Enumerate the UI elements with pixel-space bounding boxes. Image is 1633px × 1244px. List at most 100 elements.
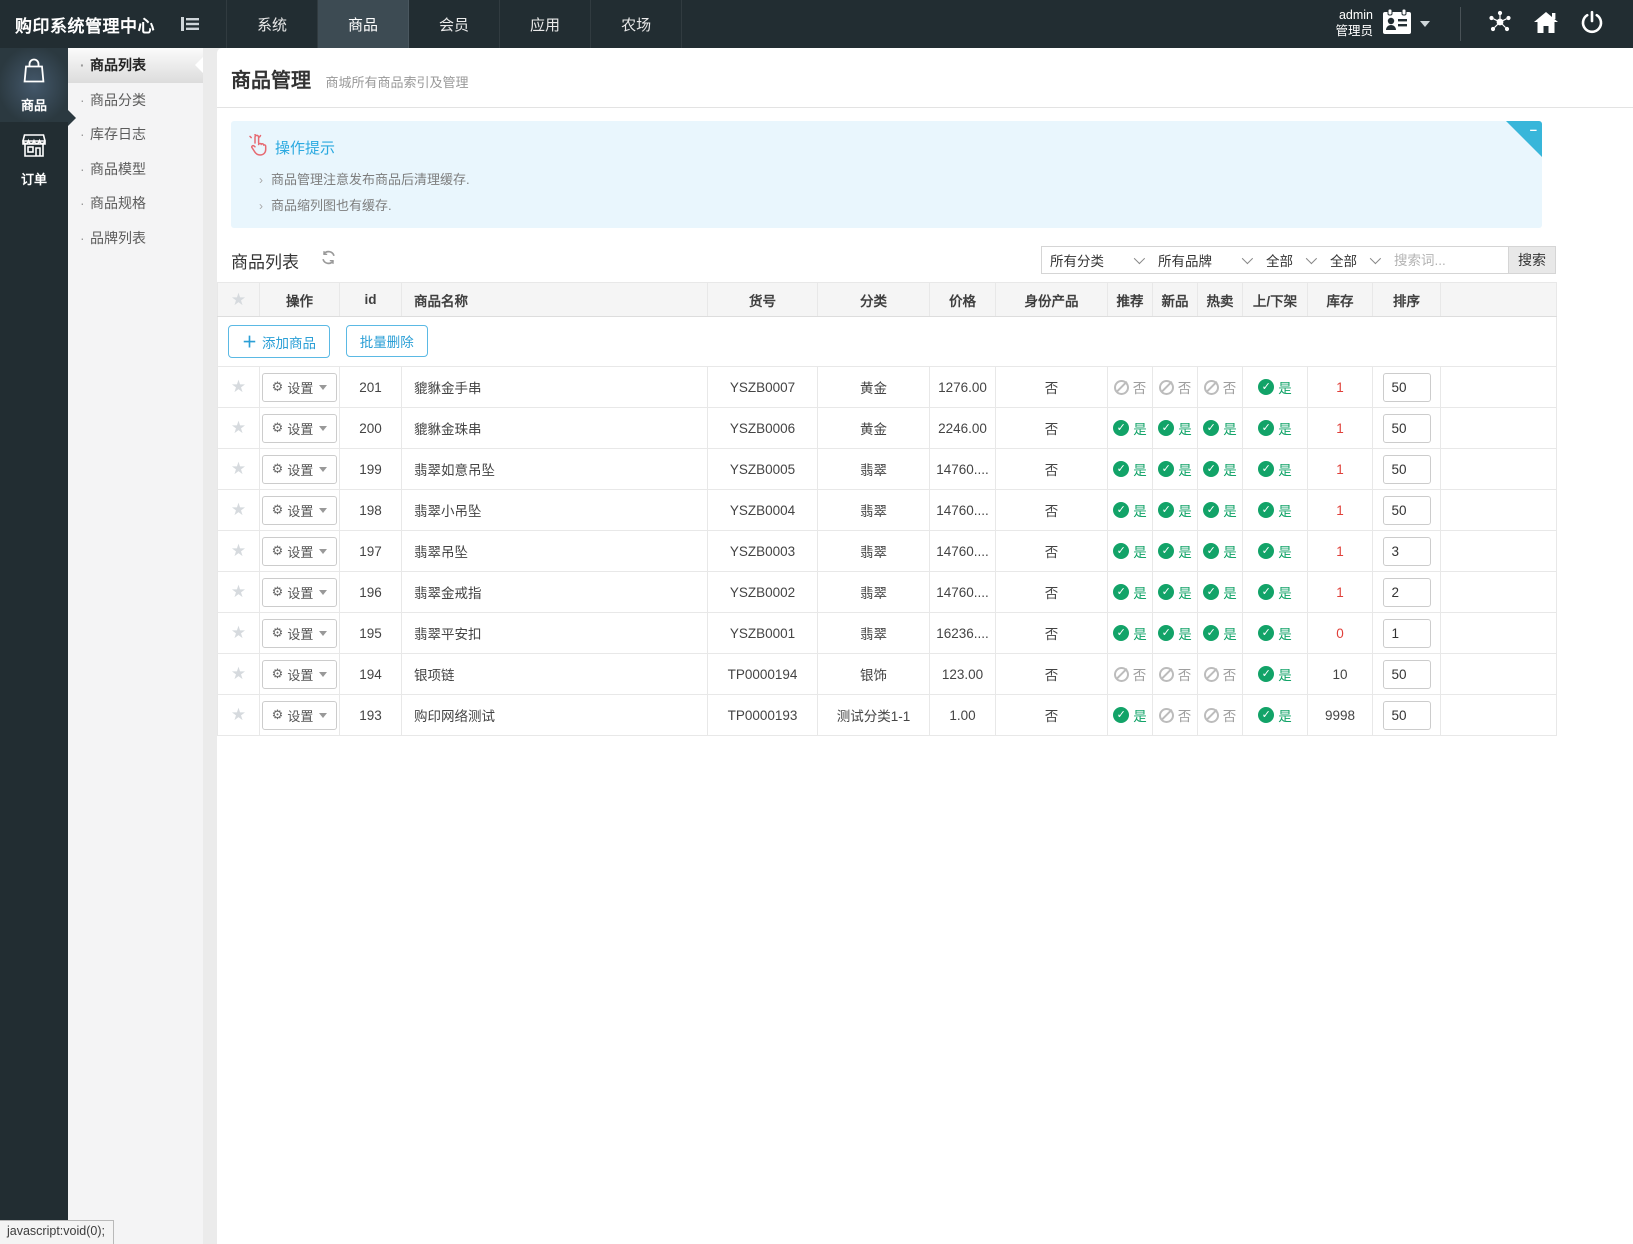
product-table-body: ★ ⚙ 设置 201 貔貅金手串 YSZB0007 黄金 1276.00 否 否… — [218, 367, 1557, 736]
ban-circle-icon[interactable] — [1114, 380, 1129, 395]
settings-button[interactable]: ⚙ 设置 — [262, 578, 338, 607]
check-circle-icon[interactable]: ✓ — [1203, 420, 1219, 436]
settings-button[interactable]: ⚙ 设置 — [262, 660, 338, 689]
check-circle-icon[interactable]: ✓ — [1258, 379, 1274, 395]
menu-item-apps[interactable]: 应用 — [500, 0, 591, 48]
check-circle-icon[interactable]: ✓ — [1258, 584, 1274, 600]
row-category: 黄金 — [818, 367, 930, 408]
submenu-item-product-model[interactable]: · 商品模型 — [68, 152, 203, 187]
settings-button[interactable]: ⚙ 设置 — [262, 619, 338, 648]
submenu-item-stock-log[interactable]: · 库存日志 — [68, 117, 203, 152]
check-circle-icon[interactable]: ✓ — [1113, 502, 1129, 518]
ban-circle-icon[interactable] — [1159, 667, 1174, 682]
check-circle-icon[interactable]: ✓ — [1203, 502, 1219, 518]
ban-circle-icon[interactable] — [1204, 380, 1219, 395]
gear-icon: ⚙ — [272, 543, 284, 559]
star-icon[interactable]: ★ — [231, 623, 246, 642]
check-circle-icon[interactable]: ✓ — [1158, 543, 1174, 559]
check-circle-icon[interactable]: ✓ — [1258, 666, 1274, 682]
ban-circle-icon[interactable] — [1114, 667, 1129, 682]
status-label: 是 — [1278, 545, 1292, 560]
settings-button[interactable]: ⚙ 设置 — [262, 373, 338, 402]
check-circle-icon[interactable]: ✓ — [1158, 625, 1174, 641]
category-filter-select[interactable]: 所有分类 — [1042, 247, 1150, 273]
star-icon[interactable]: ★ — [231, 705, 246, 724]
check-circle-icon[interactable]: ✓ — [1258, 707, 1274, 723]
sidebar-module-orders[interactable]: 订单 — [0, 122, 68, 196]
check-circle-icon[interactable]: ✓ — [1203, 543, 1219, 559]
search-button[interactable]: 搜索 — [1508, 247, 1555, 273]
header-filler — [1441, 283, 1557, 317]
check-circle-icon[interactable]: ✓ — [1113, 543, 1129, 559]
network-icon — [1487, 9, 1513, 40]
submenu-item-brand-list[interactable]: · 品牌列表 — [68, 221, 203, 256]
settings-button[interactable]: ⚙ 设置 — [262, 455, 338, 484]
alert-line: ›商品管理注意发布商品后清理缓存. — [259, 169, 1524, 188]
check-circle-icon[interactable]: ✓ — [1258, 625, 1274, 641]
user-menu[interactable]: admin 管理员 — [1335, 8, 1444, 39]
star-icon[interactable]: ★ — [231, 377, 246, 396]
home-button[interactable] — [1523, 0, 1569, 48]
add-product-button[interactable]: ＋添加商品 — [228, 325, 330, 358]
submenu-item-product-spec[interactable]: · 商品规格 — [68, 186, 203, 221]
check-circle-icon[interactable]: ✓ — [1158, 502, 1174, 518]
sort-input[interactable] — [1383, 578, 1431, 607]
check-circle-icon[interactable]: ✓ — [1113, 584, 1129, 600]
check-circle-icon[interactable]: ✓ — [1258, 461, 1274, 477]
submenu-item-product-category[interactable]: · 商品分类 — [68, 83, 203, 118]
minus-icon[interactable]: – — [1530, 122, 1537, 137]
logout-button[interactable] — [1569, 0, 1615, 48]
check-circle-icon[interactable]: ✓ — [1203, 461, 1219, 477]
check-circle-icon[interactable]: ✓ — [1158, 461, 1174, 477]
network-button[interactable] — [1477, 0, 1523, 48]
navbar-divider — [1460, 7, 1461, 41]
check-circle-icon[interactable]: ✓ — [1203, 584, 1219, 600]
sort-input[interactable] — [1383, 414, 1431, 443]
brand-filter-select[interactable]: 所有品牌 — [1150, 247, 1258, 273]
sort-input[interactable] — [1383, 496, 1431, 525]
sidebar-module-goods[interactable]: 商品 — [0, 48, 68, 122]
row-category: 测试分类1-1 — [818, 695, 930, 736]
star-icon[interactable]: ★ — [231, 418, 246, 437]
search-input[interactable] — [1386, 247, 1508, 273]
ban-circle-icon[interactable] — [1204, 708, 1219, 723]
sort-input[interactable] — [1383, 619, 1431, 648]
check-circle-icon[interactable]: ✓ — [1258, 420, 1274, 436]
menu-item-goods[interactable]: 商品 — [318, 0, 409, 48]
menu-item-farm[interactable]: 农场 — [591, 0, 682, 48]
settings-button[interactable]: ⚙ 设置 — [262, 496, 338, 525]
status-filter-select[interactable]: 全部 — [1258, 247, 1322, 273]
settings-button[interactable]: ⚙ 设置 — [262, 537, 338, 566]
settings-button[interactable]: ⚙ 设置 — [262, 414, 338, 443]
check-circle-icon[interactable]: ✓ — [1113, 461, 1129, 477]
menu-item-system[interactable]: 系统 — [226, 0, 318, 48]
check-circle-icon[interactable]: ✓ — [1258, 502, 1274, 518]
settings-button[interactable]: ⚙ 设置 — [262, 701, 338, 730]
sidebar-toggle-button[interactable] — [168, 0, 212, 48]
sort-input[interactable] — [1383, 701, 1431, 730]
star-icon[interactable]: ★ — [231, 582, 246, 601]
star-icon[interactable]: ★ — [231, 664, 246, 683]
ban-circle-icon[interactable] — [1204, 667, 1219, 682]
refresh-button[interactable] — [321, 250, 336, 270]
submenu-item-product-list[interactable]: · 商品列表 — [68, 48, 203, 83]
check-circle-icon[interactable]: ✓ — [1113, 420, 1129, 436]
check-circle-icon[interactable]: ✓ — [1158, 584, 1174, 600]
ban-circle-icon[interactable] — [1159, 708, 1174, 723]
sort-input[interactable] — [1383, 537, 1431, 566]
check-circle-icon[interactable]: ✓ — [1113, 707, 1129, 723]
ban-circle-icon[interactable] — [1159, 380, 1174, 395]
sort-input[interactable] — [1383, 660, 1431, 689]
star-icon[interactable]: ★ — [231, 500, 246, 519]
type-filter-select[interactable]: 全部 — [1322, 247, 1386, 273]
check-circle-icon[interactable]: ✓ — [1203, 625, 1219, 641]
check-circle-icon[interactable]: ✓ — [1258, 543, 1274, 559]
sort-input[interactable] — [1383, 373, 1431, 402]
check-circle-icon[interactable]: ✓ — [1158, 420, 1174, 436]
star-icon[interactable]: ★ — [231, 459, 246, 478]
star-icon[interactable]: ★ — [231, 541, 246, 560]
batch-delete-button[interactable]: 批量删除 — [346, 325, 428, 357]
check-circle-icon[interactable]: ✓ — [1113, 625, 1129, 641]
sort-input[interactable] — [1383, 455, 1431, 484]
menu-item-members[interactable]: 会员 — [409, 0, 500, 48]
